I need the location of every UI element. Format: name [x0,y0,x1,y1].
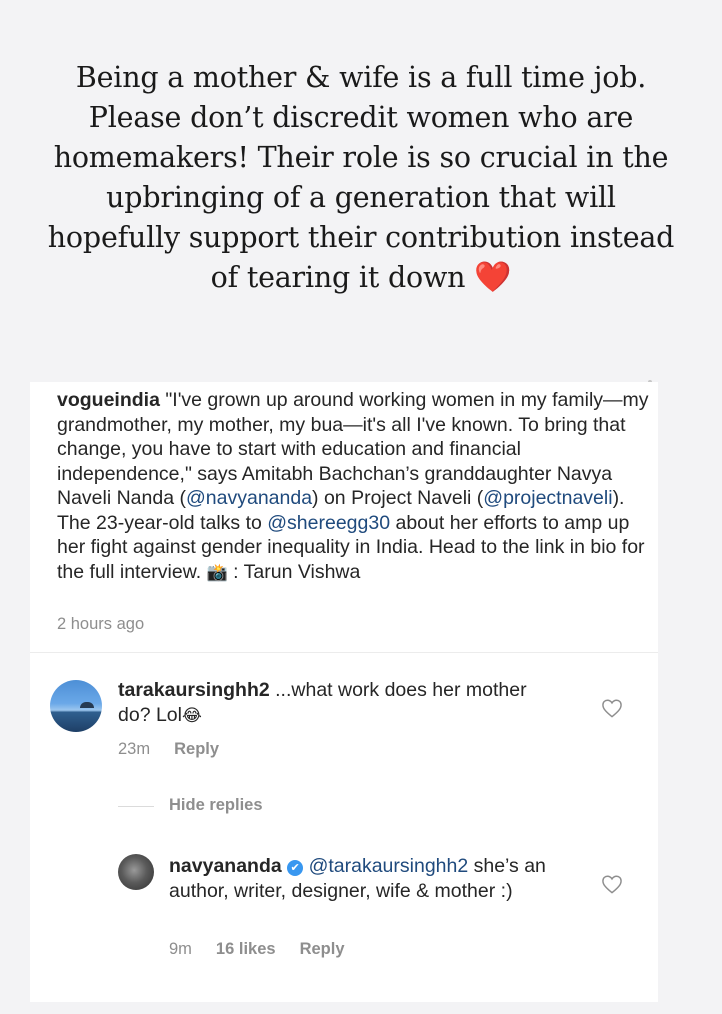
like-heart-icon[interactable] [601,874,623,894]
post-caption: vogueindia "I've grown up around working… [57,388,653,585]
reply-meta: 9m 16 likes Reply [169,940,369,959]
quote-line: hopefully support their contribution ins… [47,221,675,254]
mention-link[interactable]: @navyananda [186,487,312,509]
quote-line-last: of tearing it down ❤️ [20,258,702,298]
quote-line: upbringing of a generation that will [106,181,616,214]
reply-button[interactable]: Reply [174,740,219,758]
verified-badge-icon: ✔ [287,860,304,876]
comment-username[interactable]: tarakaursinghh2 [118,679,270,701]
replies-line [118,806,154,807]
reply-button[interactable]: Reply [300,940,345,958]
likes-count[interactable]: 16 likes [216,940,276,958]
post-timestamp: 2 hours ago [57,615,145,633]
avatar[interactable] [50,680,102,732]
hide-replies-button[interactable]: Hide replies [169,796,263,815]
caption-text: ) on Project Naveli ( [312,487,484,509]
comment-time: 23m [118,740,151,758]
mention-link[interactable]: @projectnaveli [483,487,612,509]
instagram-comments-card: vogueindia "I've grown up around working… [30,382,658,1002]
mention-link[interactable]: @shereegg30 [267,512,390,534]
avatar[interactable] [118,854,154,890]
heart-emoji-icon: ❤️ [474,260,512,295]
quote-line: homemakers! Their role is so crucial in … [53,141,669,174]
mention-link[interactable]: @tarakaursinghh2 [309,855,469,877]
quote-line: of tearing it down [210,261,466,294]
caption-text: : Tarun Vishwa [227,560,361,583]
comment-meta: 23m Reply [118,740,243,759]
story-quote-text: Being a mother & wife is a full time job… [20,58,702,298]
like-heart-icon[interactable] [601,698,623,718]
quote-line: Being a mother & wife is a full time job… [75,61,647,94]
camera-emoji-icon: 📸 [206,562,228,582]
reply-username[interactable]: navyananda [169,855,282,877]
post-username[interactable]: vogueindia [57,389,160,411]
divider [30,652,658,653]
quote-line: Please don’t discredit women who are [88,101,634,134]
laughing-emoji-icon: 😂 [181,705,202,726]
reply-time: 9m [169,940,192,958]
reply-body: navyananda ✔ @tarakaursinghh2 she’s an a… [169,854,589,903]
comment-body: tarakaursinghh2 ...what work does her mo… [118,678,538,728]
